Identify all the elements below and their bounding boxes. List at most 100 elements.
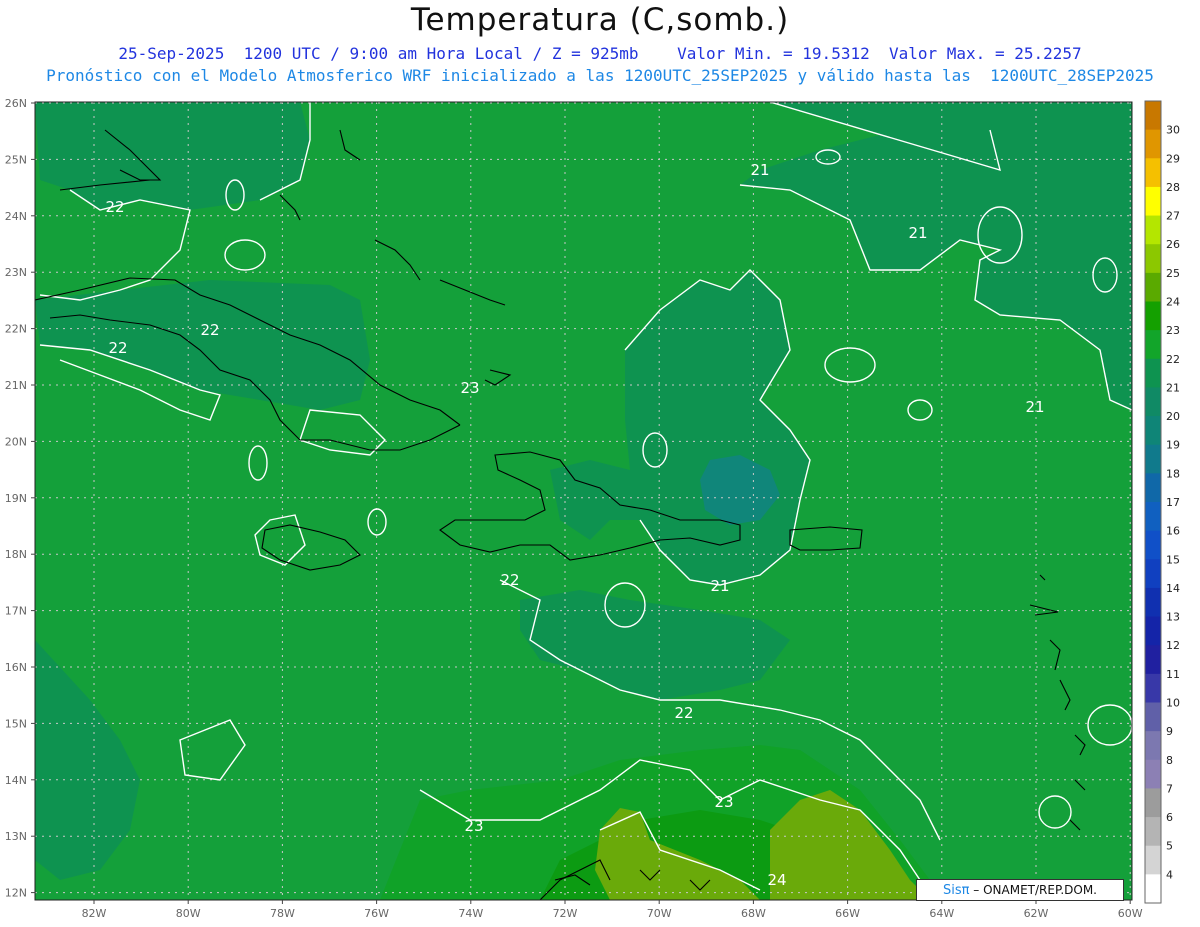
lon-tick-68W: 68W bbox=[741, 907, 766, 920]
colorbar-label-30: 30 bbox=[1166, 124, 1180, 137]
contour-label-22: 22 bbox=[105, 198, 124, 216]
colorbar-swatch-27 bbox=[1145, 874, 1161, 904]
lat-tick-13N: 13N bbox=[5, 830, 27, 843]
colorbar-swatch-8 bbox=[1145, 330, 1161, 360]
colorbar-label-15: 15 bbox=[1166, 553, 1180, 566]
colorbar-swatch-15 bbox=[1145, 530, 1161, 560]
lat-tick-26N: 26N bbox=[5, 97, 27, 110]
colorbar-label-9: 9 bbox=[1166, 725, 1173, 738]
colorbar-swatch-9 bbox=[1145, 358, 1161, 388]
colorbar-label-26: 26 bbox=[1166, 238, 1180, 251]
colorbar-label-28: 28 bbox=[1166, 181, 1180, 194]
lat-tick-17N: 17N bbox=[5, 605, 27, 618]
lat-tick-14N: 14N bbox=[5, 774, 27, 787]
lat-tick-21N: 21N bbox=[5, 379, 27, 392]
temperature-map: 22 22 22 21 21 21 23 22 21 22 23 23 24 82W 80W 78W 76W 7… bbox=[5, 97, 1180, 920]
contour-label-21: 21 bbox=[750, 161, 769, 179]
colorbar-label-14: 14 bbox=[1166, 582, 1180, 595]
colorbar-swatch-22 bbox=[1145, 731, 1161, 761]
colorbar-swatch-25 bbox=[1145, 817, 1161, 847]
colorbar-swatch-4 bbox=[1145, 215, 1161, 245]
lon-tick-60W: 60W bbox=[1118, 907, 1143, 920]
lat-tick-16N: 16N bbox=[5, 661, 27, 674]
lon-tick-82W: 82W bbox=[82, 907, 107, 920]
contour-label-23: 23 bbox=[460, 379, 479, 397]
colorbar-swatch-2 bbox=[1145, 158, 1161, 188]
lat-tick-19N: 19N bbox=[5, 492, 27, 505]
lon-tick-74W: 74W bbox=[458, 907, 483, 920]
contour-label-23: 23 bbox=[464, 817, 483, 835]
contour-label-22: 22 bbox=[108, 339, 127, 357]
lat-tick-18N: 18N bbox=[5, 548, 27, 561]
lat-tick-15N: 15N bbox=[5, 717, 27, 730]
lat-tick-25N: 25N bbox=[5, 153, 27, 166]
colorbar-label-12: 12 bbox=[1166, 639, 1180, 652]
lon-tick-80W: 80W bbox=[176, 907, 201, 920]
contour-label-24: 24 bbox=[767, 871, 786, 889]
colorbar-label-8: 8 bbox=[1166, 754, 1173, 767]
colorbar-swatch-16 bbox=[1145, 559, 1161, 589]
colorbar-swatch-0 bbox=[1145, 101, 1161, 131]
lat-tick-12N: 12N bbox=[5, 887, 27, 900]
colorbar-label-23: 23 bbox=[1166, 324, 1180, 337]
colorbar-swatch-12 bbox=[1145, 444, 1161, 474]
lon-tick-76W: 76W bbox=[364, 907, 389, 920]
colorbar-label-10: 10 bbox=[1166, 697, 1180, 710]
colorbar-label-5: 5 bbox=[1166, 840, 1173, 853]
lon-tick-78W: 78W bbox=[270, 907, 295, 920]
colorbar-swatch-26 bbox=[1145, 845, 1161, 875]
lon-tick-labels: 82W 80W 78W 76W 74W 72W 70W 68W 66W 64W 62W 60W bbox=[82, 900, 1143, 920]
colorbar-swatch-10 bbox=[1145, 387, 1161, 417]
brand-box: Sisπ – ONAMET/REP.DOM. bbox=[916, 879, 1124, 901]
colorbar-label-27: 27 bbox=[1166, 210, 1180, 223]
lat-tick-20N: 20N bbox=[5, 435, 27, 448]
colorbar-swatch-1 bbox=[1145, 129, 1161, 159]
colorbar-label-13: 13 bbox=[1166, 611, 1180, 624]
contour-label-22: 22 bbox=[500, 571, 519, 589]
colorbar-swatch-11 bbox=[1145, 416, 1161, 446]
contour-label-21: 21 bbox=[710, 577, 729, 595]
lon-tick-64W: 64W bbox=[929, 907, 954, 920]
colorbar-swatch-14 bbox=[1145, 502, 1161, 532]
lat-tick-23N: 23N bbox=[5, 266, 27, 279]
colorbar-swatch-6 bbox=[1145, 272, 1161, 302]
colorbar: 30 29 28 27 26 25 24 23 22 21 20 19 18 17 16 15 14 13 12 11… bbox=[1144, 100, 1180, 904]
lon-tick-62W: 62W bbox=[1024, 907, 1049, 920]
colorbar-swatch-24 bbox=[1145, 788, 1161, 818]
colorbar-label-20: 20 bbox=[1166, 410, 1180, 423]
colorbar-label-4: 4 bbox=[1166, 868, 1173, 881]
colorbar-label-25: 25 bbox=[1166, 267, 1180, 280]
contour-label-21: 21 bbox=[908, 224, 927, 242]
colorbar-label-18: 18 bbox=[1166, 467, 1180, 480]
colorbar-swatch-5 bbox=[1145, 244, 1161, 274]
lon-tick-66W: 66W bbox=[835, 907, 860, 920]
colorbar-swatch-3 bbox=[1145, 186, 1161, 217]
lat-tick-24N: 24N bbox=[5, 210, 27, 223]
colorbar-swatch-7 bbox=[1145, 301, 1161, 331]
colorbar-swatch-17 bbox=[1145, 587, 1161, 618]
colorbar-swatch-23 bbox=[1145, 759, 1161, 789]
colorbar-label-19: 19 bbox=[1166, 439, 1180, 452]
colorbar-swatch-20 bbox=[1145, 673, 1161, 703]
lat-tick-labels: 26N 25N 24N 23N 22N 21N 20N 19N 18N 17N 16N 15N 14N 1… bbox=[5, 97, 35, 900]
colorbar-label-6: 6 bbox=[1166, 811, 1173, 824]
brand-text: – ONAMET/REP.DOM. bbox=[973, 883, 1097, 897]
sispi-logo: Sisπ bbox=[942, 883, 970, 898]
colorbar-swatch-18 bbox=[1145, 616, 1161, 646]
lon-tick-72W: 72W bbox=[553, 907, 578, 920]
colorbar-label-29: 29 bbox=[1166, 152, 1180, 165]
colorbar-swatch-21 bbox=[1145, 702, 1161, 732]
colorbar-swatch-13 bbox=[1145, 473, 1161, 503]
colorbar-label-24: 24 bbox=[1166, 296, 1180, 309]
lat-tick-22N: 22N bbox=[5, 323, 27, 336]
colorbar-label-17: 17 bbox=[1166, 496, 1180, 509]
contour-label-22: 22 bbox=[674, 704, 693, 722]
colorbar-label-21: 21 bbox=[1166, 381, 1180, 394]
colorbar-label-7: 7 bbox=[1166, 782, 1173, 795]
contour-label-23: 23 bbox=[714, 793, 733, 811]
lon-tick-70W: 70W bbox=[647, 907, 672, 920]
colorbar-label-16: 16 bbox=[1166, 525, 1180, 538]
colorbar-label-11: 11 bbox=[1166, 668, 1180, 681]
contour-label-21: 21 bbox=[1025, 398, 1044, 416]
colorbar-label-22: 22 bbox=[1166, 353, 1180, 366]
